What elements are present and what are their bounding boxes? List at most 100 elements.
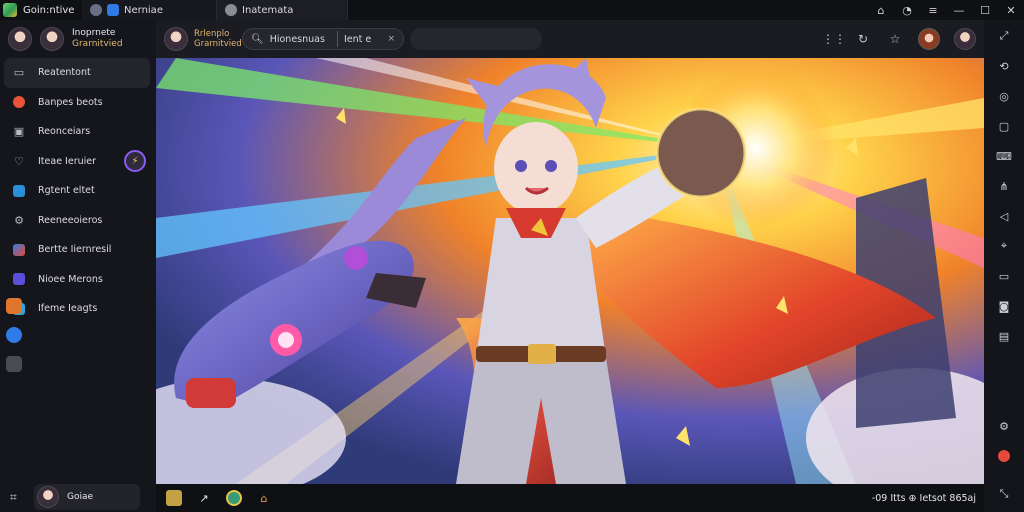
shake-icon[interactable]: ⋔ (996, 178, 1012, 194)
heart-icon: ♡ (14, 154, 24, 168)
sidebar-item-0[interactable]: ▭ Reatentont (4, 58, 150, 88)
close-button[interactable]: ✕ (998, 0, 1024, 20)
search-input[interactable]: 🔍︎ Hionesnuas Ient e × (242, 28, 404, 50)
sidebar-item-3[interactable]: ♡ Iteae Ieruier ⚡ (0, 147, 156, 177)
search-icon: 🔍︎ (251, 33, 264, 45)
screenshot-icon[interactable]: ▢ (996, 118, 1012, 134)
camera-rail-icon[interactable]: ◙ (996, 298, 1012, 314)
menu-icon[interactable]: ≡ (920, 0, 946, 20)
user-avatar (37, 486, 59, 508)
sidebar-item-label: Ifeme Ieagts (38, 303, 98, 315)
tab-label: Nerniae (124, 4, 163, 16)
hero-illustration (156, 58, 984, 484)
grid-icon: ▣ (13, 125, 25, 139)
pin-icon[interactable]: ⌂ (868, 0, 894, 20)
quick-app-icons (6, 298, 22, 372)
friend-avatar[interactable] (918, 28, 940, 50)
sidebar-item-5[interactable]: ⚙ Reeneeoieros (0, 206, 156, 236)
window-controls: ⌂ ◔ ≡ — ☐ ✕ (868, 0, 1024, 20)
channel-name: Rrlenplo Grarnitvied (194, 29, 242, 49)
user-button[interactable]: Goiae (34, 484, 140, 510)
app-logo-icon (3, 3, 17, 17)
fullscreen-icon[interactable]: ⤡ (996, 486, 1012, 502)
apps-grid-icon[interactable]: ⋮⋮ (822, 32, 846, 46)
tab-game[interactable]: Inatemata (216, 0, 348, 20)
maximize-button[interactable]: ☐ (972, 0, 998, 20)
game-tab-icon (225, 4, 237, 16)
folder-icon[interactable] (6, 298, 22, 314)
record-icon[interactable]: ◎ (996, 88, 1012, 104)
secondary-avatar (40, 27, 64, 51)
game-artwork[interactable] (156, 58, 984, 484)
location-icon[interactable]: ⌖ (996, 238, 1012, 254)
app-brand[interactable]: Goin:ntive (0, 0, 82, 20)
sidebar-item-label: Reonceiars (38, 126, 91, 138)
channel-avatar[interactable] (164, 27, 188, 51)
sidebar-footer: ⌗ Goiae (0, 482, 156, 512)
sidebar-item-label: Rgtent eltet (38, 185, 95, 197)
search-divider (336, 31, 338, 47)
clear-search-button[interactable]: × (387, 34, 395, 44)
minimize-button[interactable]: — (946, 0, 972, 20)
avatar (8, 27, 32, 51)
rocket-icon (12, 243, 26, 257)
sidebar-item-7[interactable]: Nioee Merons (0, 265, 156, 295)
home-tab-icon (90, 4, 102, 16)
settings-icon: ⚙ (14, 213, 24, 227)
sidebar-nav: ▭ Reatentont Banpes beots ▣ Reonceiars ♡… (0, 58, 156, 324)
sidebar-item-label: Reeneeoieros (38, 214, 103, 226)
toolbar-actions: ⋮⋮ ↻ ☆ (822, 20, 976, 58)
user-label: Goiae (67, 492, 94, 502)
sidebar-item-2[interactable]: ▣ Reonceiars (0, 117, 156, 147)
status-readout: -09 Itts ⊕ Ietsot 865aj (871, 492, 976, 504)
game-running-icon[interactable] (226, 490, 242, 506)
secondary-input[interactable] (410, 28, 542, 50)
favorite-icon[interactable]: ☆ (886, 32, 904, 46)
title-bar: Goin:ntive Nerniae Inatemata ⌂ ◔ ≡ — ☐ ✕ (0, 0, 1024, 20)
sidebar-item-label: Reatentont (38, 67, 91, 79)
profile-header[interactable]: Inoprnete Grarnitvied (0, 20, 156, 58)
search-query: Hionesnuas (269, 33, 325, 45)
app-name: Goin:ntive (23, 4, 75, 16)
right-toolbar: ⤢ ⟲ ◎ ▢ ⌨ ⋔ ◁ ⌖ ▭ ◙ ▤ ⚙ ⤡ (984, 20, 1024, 512)
fire-icon (12, 95, 26, 109)
rotate-icon[interactable]: ⟲ (996, 58, 1012, 74)
tab-label: Inatemata (242, 4, 294, 16)
profile-name: Inoprnete (72, 28, 116, 38)
sidebar-item-label: Iteae Ieruier (38, 155, 97, 167)
house-icon[interactable]: ⌂ (256, 490, 272, 506)
sidebar-item-6[interactable]: Bertte Iiernresil (0, 235, 156, 265)
globe-icon[interactable] (6, 327, 22, 343)
sidebar: Inoprnete Grarnitvied ▭ Reatentont Banpe… (0, 20, 156, 512)
search-tag: Ient e (343, 33, 372, 45)
keyboard-icon[interactable]: ⌨ (996, 148, 1012, 164)
crop-icon[interactable]: ⌗ (10, 490, 24, 505)
event-badge[interactable]: ⚡ (124, 150, 146, 173)
taskbar-icons: ↗ ⌂ (166, 490, 272, 506)
notification-icon[interactable]: ◔ (894, 0, 920, 20)
sidebar-item-8[interactable]: Ifeme Ieagts (0, 294, 156, 324)
sidebar-item-label: Banpes beots (38, 96, 103, 108)
sync-icon[interactable]: ↻ (854, 32, 872, 46)
toolbar: Rrlenplo Grarnitvied 🔍︎ Hionesnuas Ient … (156, 20, 984, 58)
more-icon[interactable]: ▤ (996, 328, 1012, 344)
star-icon (12, 272, 26, 286)
files-icon[interactable] (166, 490, 182, 506)
expand-icon[interactable]: ⤢ (996, 28, 1012, 44)
sidebar-item-label: Nioee Merons (38, 273, 103, 285)
status-bar: ↗ ⌂ -09 Itts ⊕ Ietsot 865aj (156, 484, 984, 512)
settings-rail-icon[interactable]: ⚙ (996, 418, 1012, 434)
sidebar-item-4[interactable]: Rgtent eltet (0, 176, 156, 206)
sidebar-item-1[interactable]: Banpes beots (0, 88, 156, 118)
tab-home[interactable]: Nerniae (82, 0, 216, 20)
media-folder-icon[interactable]: ▭ (996, 268, 1012, 284)
volume-icon[interactable]: ◁ (996, 208, 1012, 224)
notification-rail-icon[interactable] (996, 448, 1012, 464)
store-tab-icon (107, 4, 119, 16)
profile-subtitle: Grarnitvied (72, 39, 123, 49)
pointer-icon[interactable]: ↗ (196, 490, 212, 506)
camera-icon[interactable] (6, 356, 22, 372)
profile-names: Inoprnete Grarnitvied (72, 28, 123, 50)
gamepad-icon: ▭ (13, 66, 25, 80)
account-avatar[interactable] (954, 28, 976, 50)
